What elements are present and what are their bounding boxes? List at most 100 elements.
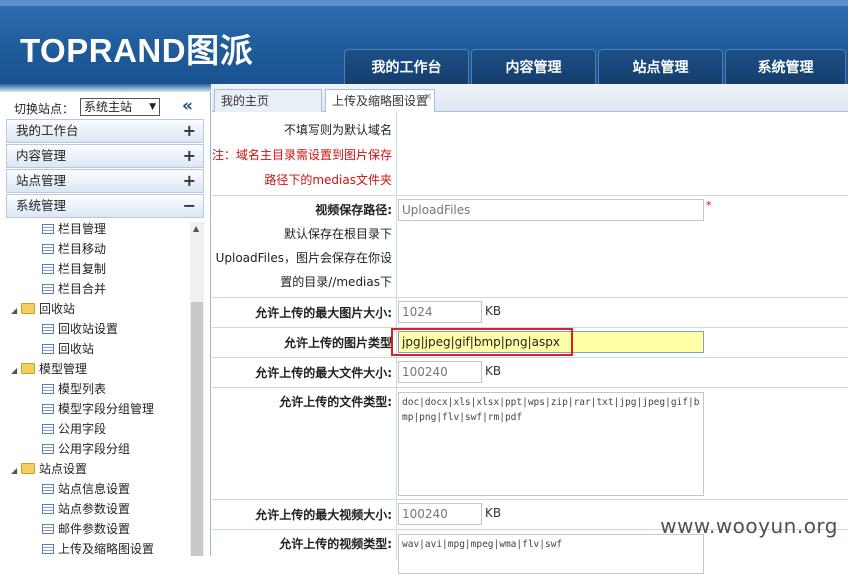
max-file-size-row: 允许上传的最大文件大小: 100240 KB — [212, 358, 848, 388]
scroll-up-icon[interactable]: ▲ — [193, 224, 199, 233]
max-file-size-label: 允许上传的最大文件大小: — [255, 366, 392, 380]
sidebar-top-bar — [0, 84, 211, 92]
page-tab-bar: 我的主页 上传及缩略图设置 × — [212, 84, 848, 112]
expand-icon[interactable]: + — [183, 120, 196, 142]
tree-item-model-list[interactable]: 模型列表 — [42, 379, 106, 399]
collapse-sidebar-icon[interactable]: « — [182, 96, 193, 116]
nav-tab-site[interactable]: 站点管理 — [598, 49, 723, 84]
expand-icon[interactable]: + — [183, 170, 196, 192]
image-types-cell: jpg|jpeg|gif|bmp|png|aspx — [391, 328, 848, 357]
page-icon — [42, 344, 54, 354]
tree-item-column-merge[interactable]: 栏目合并 — [42, 279, 106, 299]
file-types-label: 允许上传的文件类型: — [279, 395, 392, 409]
menu-label: 我的工作台 — [16, 123, 79, 138]
video-path-label: 视频保存路径: — [315, 203, 392, 217]
tree-expand-icon[interactable]: ◢ — [11, 361, 21, 381]
collapse-icon[interactable]: − — [183, 195, 196, 217]
sidebar-scrollbar[interactable]: ▲ — [190, 222, 204, 556]
max-file-size-cell: 100240 KB — [396, 358, 848, 387]
expand-icon[interactable]: + — [183, 145, 196, 167]
video-path-input[interactable]: UploadFiles — [398, 199, 704, 221]
image-types-label: 允许上传的图片类型 — [283, 336, 392, 350]
video-types-label: 允许上传的视频类型: — [279, 537, 392, 551]
main-panel: 我的主页 上传及缩略图设置 × 不填写则为默认域名 注：域名主目录需设置到图片保… — [212, 84, 848, 574]
tree-expand-icon[interactable]: ◢ — [11, 301, 21, 321]
page-icon — [42, 504, 54, 514]
menu-label: 站点管理 — [16, 173, 67, 188]
video-note-2: UploadFiles，图片会保存在你设 — [215, 251, 392, 265]
site-select[interactable]: 系统主站 ▼ — [80, 98, 160, 116]
tree-item-common-field[interactable]: 公用字段 — [42, 419, 106, 439]
file-types-textarea[interactable]: doc|docx|xls|xlsx|ppt|wps|zip|rar|txt|jp… — [398, 392, 704, 496]
unit-kb: KB — [485, 364, 502, 378]
tree-folder-recycle[interactable]: ◢ 回收站 — [11, 299, 75, 319]
video-path-cell: UploadFiles * — [396, 196, 848, 297]
page-icon — [42, 524, 54, 534]
tree-item-site-info[interactable]: 站点信息设置 — [42, 479, 130, 499]
header-topline — [0, 0, 848, 6]
scrollbar-thumb[interactable] — [191, 302, 203, 556]
file-types-cell: doc|docx|xls|xlsx|ppt|wps|zip|rar|txt|jp… — [396, 388, 848, 499]
video-note-1: 默认保存在根目录下 — [283, 227, 392, 241]
max-image-size-input[interactable]: 1024 — [398, 301, 482, 323]
page-icon — [42, 244, 54, 254]
nav-tab-content[interactable]: 内容管理 — [471, 49, 596, 84]
tab-upload-settings[interactable]: 上传及缩略图设置 × — [325, 89, 435, 112]
tree-item-site-params[interactable]: 站点参数设置 — [42, 499, 130, 519]
image-types-row: 允许上传的图片类型 jpg|jpeg|gif|bmp|png|aspx — [212, 328, 848, 358]
max-file-size-input[interactable]: 100240 — [398, 361, 482, 383]
max-image-size-row: 允许上传的最大图片大小: 1024 KB — [212, 298, 848, 328]
tree-folder-site-settings[interactable]: ◢ 站点设置 — [11, 459, 87, 479]
menu-workbench[interactable]: 我的工作台 + — [6, 119, 204, 143]
page-icon — [42, 404, 54, 414]
page-icon — [42, 284, 54, 294]
page-icon — [42, 384, 54, 394]
tree-item-recycle-settings[interactable]: 回收站设置 — [42, 319, 118, 339]
domain-note-row: 不填写则为默认域名 注：域名主目录需设置到图片保存 路径下的medias文件夹 — [212, 112, 848, 196]
page-icon — [42, 264, 54, 274]
max-image-size-cell: 1024 KB — [396, 298, 848, 327]
watermark: www.wooyun.org — [660, 514, 838, 538]
menu-content[interactable]: 内容管理 + — [6, 144, 204, 168]
page-icon — [42, 324, 54, 334]
menu-label: 内容管理 — [16, 148, 67, 163]
tree-item-upload-thumbnail[interactable]: 上传及缩略图设置 — [42, 539, 154, 556]
menu-site[interactable]: 站点管理 + — [6, 169, 204, 193]
page-icon — [42, 224, 54, 234]
close-icon[interactable]: × — [424, 86, 432, 108]
chevron-down-icon: ▼ — [149, 102, 156, 112]
max-video-size-input[interactable]: 100240 — [398, 503, 482, 525]
tree-item-model-field-group[interactable]: 模型字段分组管理 — [42, 399, 154, 419]
tree-item-recycle-bin[interactable]: 回收站 — [42, 339, 94, 359]
folder-icon — [21, 363, 35, 374]
site-switch-label: 切换站点： — [14, 102, 75, 116]
video-path-row: 视频保存路径: 默认保存在根目录下 UploadFiles，图片会保存在你设 置… — [212, 196, 848, 298]
tree-item-column-move[interactable]: 栏目移动 — [42, 239, 106, 259]
tree-item-column-copy[interactable]: 栏目复制 — [42, 259, 106, 279]
tree-folder-model[interactable]: ◢ 模型管理 — [11, 359, 87, 379]
tree-item-common-field-group[interactable]: 公用字段分组 — [42, 439, 130, 459]
tree-item-column-manage[interactable]: 栏目管理 — [42, 222, 106, 239]
unit-kb: KB — [485, 506, 502, 520]
domain-value-cell — [396, 112, 848, 195]
site-select-value: 系统主站 — [84, 100, 133, 114]
page-icon — [42, 484, 54, 494]
system-menu-tree: 栏目管理 栏目移动 栏目复制 栏目合并 ◢ 回收站 回收站设置 回收站 ◢ 模型管理… — [6, 222, 204, 556]
note-domain-root: 注：域名主目录需设置到图片保存 — [212, 148, 393, 162]
folder-icon — [21, 303, 35, 314]
logo: TOPRAND图派 — [20, 32, 254, 69]
max-video-size-label: 允许上传的最大视频大小: — [255, 508, 392, 522]
file-types-row: 允许上传的文件类型: doc|docx|xls|xlsx|ppt|wps|zip… — [212, 388, 848, 500]
nav-tab-workbench[interactable]: 我的工作台 — [344, 49, 469, 84]
note-medias-folder: 路径下的medias文件夹 — [264, 173, 392, 187]
tree-item-mail-params[interactable]: 邮件参数设置 — [42, 519, 130, 539]
site-switcher: 切换站点： 系统主站 ▼ « — [6, 94, 206, 120]
tree-expand-icon[interactable]: ◢ — [11, 461, 21, 481]
tab-home[interactable]: 我的主页 — [214, 89, 322, 112]
top-header: TOPRAND图派 我的工作台 内容管理 站点管理 系统管理 — [0, 0, 848, 84]
nav-tab-system[interactable]: 系统管理 — [725, 49, 846, 84]
page-icon — [42, 444, 54, 454]
video-types-textarea[interactable]: wav|avi|mpg|mpeg|wma|flv|swf — [398, 534, 704, 574]
settings-form: 不填写则为默认域名 注：域名主目录需设置到图片保存 路径下的medias文件夹 … — [212, 112, 848, 574]
menu-system[interactable]: 系统管理 − — [6, 194, 204, 218]
